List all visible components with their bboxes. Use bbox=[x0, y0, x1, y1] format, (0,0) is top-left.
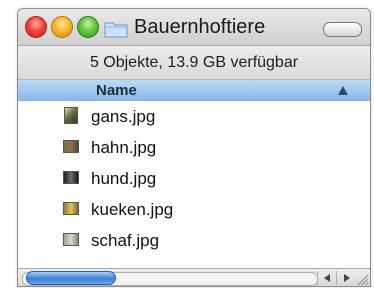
chevron-right-icon bbox=[344, 274, 350, 282]
file-name: kueken.jpg bbox=[91, 200, 174, 219]
window-title: Bauernhoftiere bbox=[134, 16, 266, 38]
file-list: gans.jpg hahn.jpg hund.jpg kueken.jpg sc… bbox=[18, 101, 370, 268]
file-name: schaf.jpg bbox=[91, 231, 160, 250]
scroll-right-button[interactable] bbox=[336, 271, 355, 285]
titlebar[interactable]: Bauernhoftiere bbox=[18, 9, 370, 46]
file-name: gans.jpg bbox=[91, 107, 156, 126]
image-thumbnail-icon bbox=[64, 107, 78, 124]
list-item[interactable]: schaf.jpg bbox=[18, 225, 370, 256]
file-name: hahn.jpg bbox=[91, 138, 157, 157]
image-thumbnail-icon bbox=[63, 233, 79, 246]
close-icon[interactable] bbox=[25, 16, 47, 38]
chevron-left-icon bbox=[324, 274, 330, 282]
finder-window: Bauernhoftiere 5 Objekte, 13.9 GB verfüg… bbox=[17, 8, 371, 287]
resize-grip-icon[interactable] bbox=[355, 271, 369, 286]
image-thumbnail-icon bbox=[63, 171, 79, 184]
list-item[interactable]: gans.jpg bbox=[18, 101, 370, 132]
list-item[interactable]: hahn.jpg bbox=[18, 132, 370, 163]
folder-icon bbox=[104, 22, 128, 38]
column-header-label: Name bbox=[96, 82, 137, 99]
status-bar: 5 Objekte, 13.9 GB verfügbar bbox=[18, 46, 370, 80]
scroll-thumb[interactable] bbox=[26, 271, 116, 285]
file-name: hund.jpg bbox=[91, 169, 157, 188]
scroll-left-button[interactable] bbox=[317, 271, 336, 285]
sort-ascending-icon bbox=[338, 86, 348, 95]
list-item[interactable]: hund.jpg bbox=[18, 163, 370, 194]
list-item[interactable]: kueken.jpg bbox=[18, 194, 370, 225]
image-thumbnail-icon bbox=[63, 202, 79, 215]
image-thumbnail-icon bbox=[63, 140, 79, 153]
zoom-icon[interactable] bbox=[77, 16, 99, 38]
horizontal-scrollbar[interactable] bbox=[18, 268, 370, 286]
minimize-icon[interactable] bbox=[51, 16, 73, 38]
toolbar-toggle-button[interactable] bbox=[323, 22, 362, 37]
status-text: 5 Objekte, 13.9 GB verfügbar bbox=[89, 54, 299, 71]
column-header-name[interactable]: Name bbox=[18, 80, 370, 102]
